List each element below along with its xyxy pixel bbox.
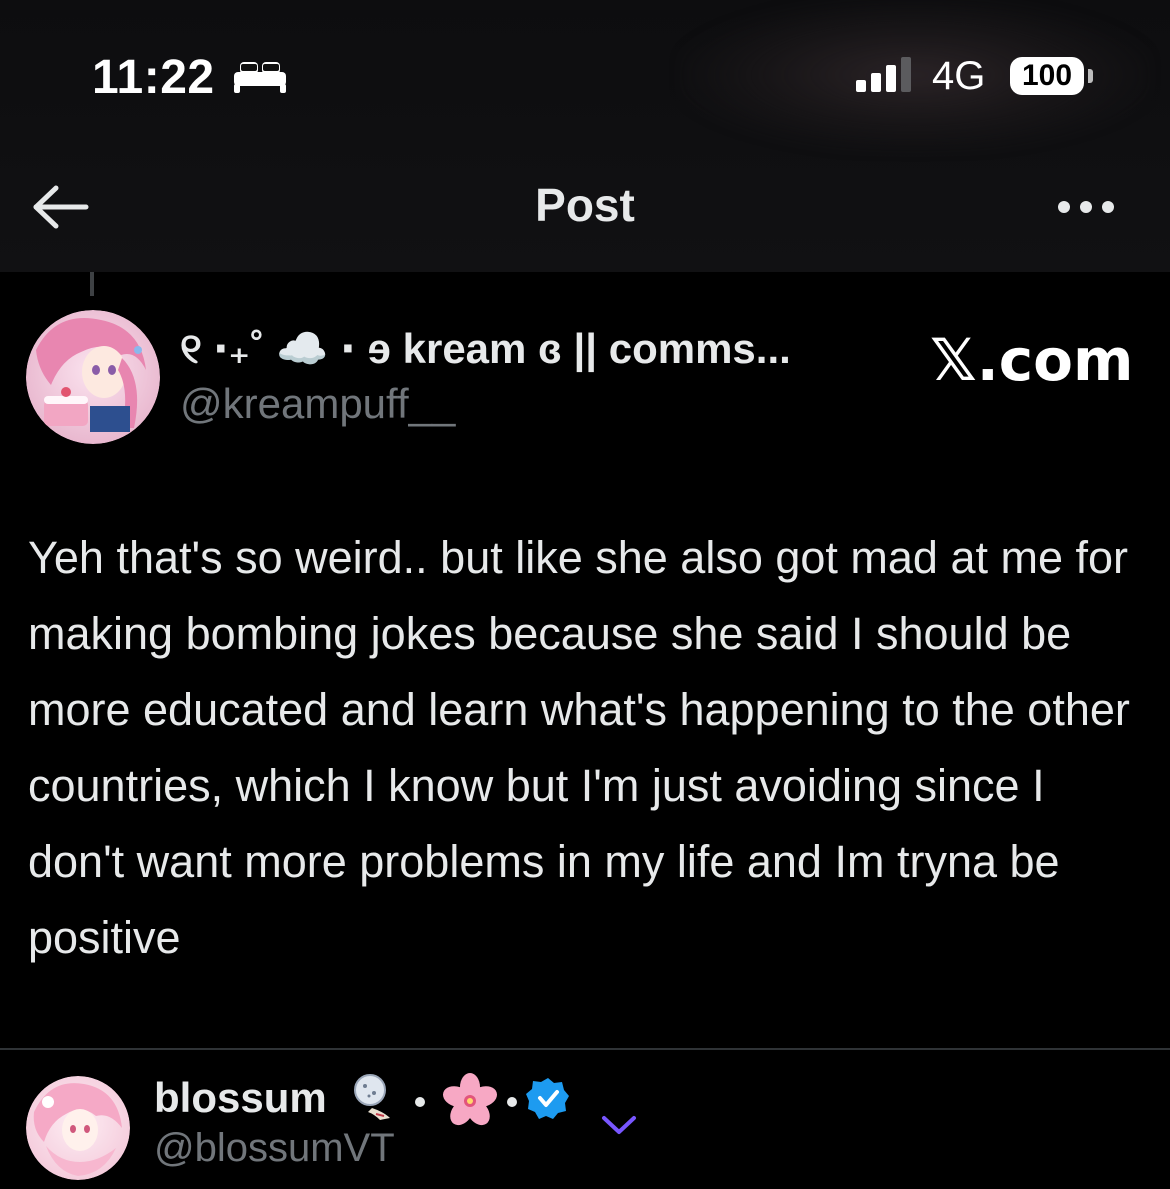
verified-badge-icon xyxy=(526,1078,569,1119)
reply-author-name[interactable]: blossum xyxy=(154,1074,327,1122)
battery-tip xyxy=(1088,69,1093,83)
dot-separator xyxy=(415,1097,425,1107)
reply-author-handle[interactable]: @blossumVT xyxy=(154,1126,395,1171)
battery-indicator: 100 xyxy=(1010,57,1084,95)
chevron-down-icon xyxy=(602,1116,636,1134)
quoted-author-avatar[interactable] xyxy=(26,310,160,444)
top-bar: 11:22 4G 100 Post xyxy=(0,0,1170,272)
dot-separator xyxy=(507,1097,517,1107)
quoted-author-handle[interactable]: @kreampuff__ xyxy=(180,380,455,428)
page-title: Post xyxy=(535,179,635,231)
cherry-blossom-icon xyxy=(443,1073,497,1126)
cellular-signal-icon xyxy=(856,57,911,92)
sleep-focus-icon xyxy=(234,62,286,93)
reply-author-avatar[interactable] xyxy=(26,1076,130,1180)
status-time: 11:22 xyxy=(92,51,215,104)
snow-globe-icon xyxy=(354,1074,390,1120)
divider xyxy=(0,1048,1170,1050)
ellipsis-icon xyxy=(1058,201,1114,213)
expand-button[interactable] xyxy=(598,1110,640,1140)
source-watermark: 𝕏.com xyxy=(930,326,1134,394)
post-screen: 11:22 4G 100 Post ୧ ‧₊˚ ☁️ ⋅ ɘ kream ɞ |… xyxy=(0,0,1170,1189)
post-body-text: Yeh that's so weird.. but like she also … xyxy=(28,532,1130,963)
thread-connector-line xyxy=(90,272,94,296)
quoted-author-name[interactable]: ୧ ‧₊˚ ☁️ ⋅ ɘ kream ɞ || comms... xyxy=(180,324,880,374)
network-type: 4G xyxy=(932,54,986,98)
more-options-button[interactable] xyxy=(1052,190,1122,224)
display-name-decorations xyxy=(354,1073,569,1126)
